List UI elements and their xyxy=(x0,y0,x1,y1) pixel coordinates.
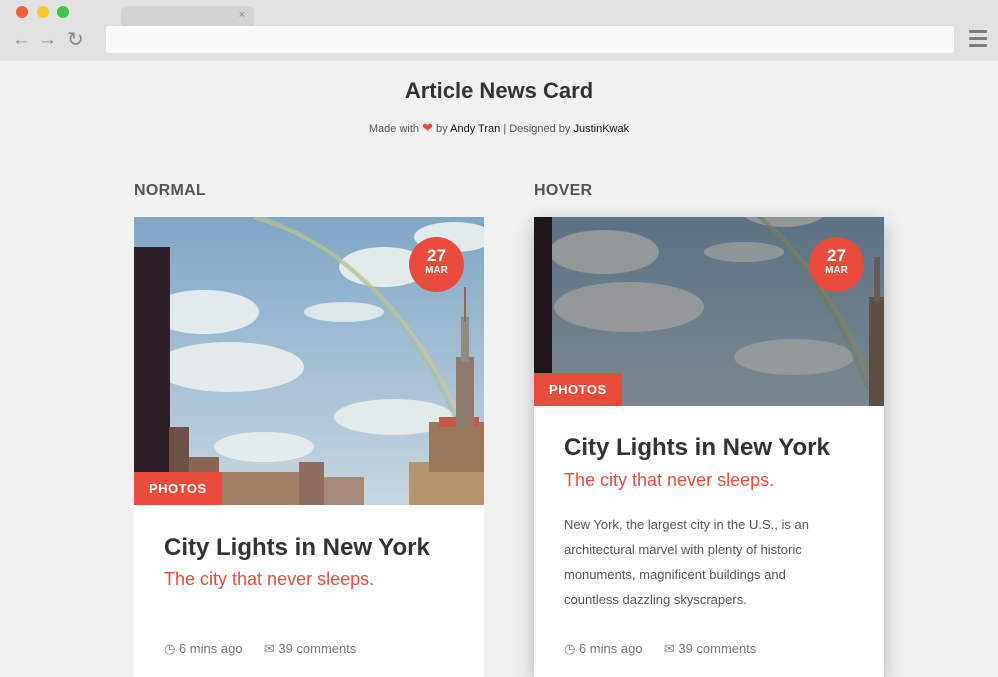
hover-column-label: HOVER xyxy=(534,182,593,199)
credits-by: by xyxy=(436,123,448,135)
comments-icon[interactable]: ✉ xyxy=(664,641,675,656)
card-meta: ◷ 6 mins ago ✉ 39 comments xyxy=(564,641,756,657)
browser-tab[interactable]: × xyxy=(121,6,254,26)
news-card-hover[interactable]: 27 MAR PHOTOS City Lights in New York Th… xyxy=(534,217,884,677)
time-ago: 6 mins ago xyxy=(578,641,643,656)
address-bar[interactable] xyxy=(106,26,954,53)
news-card-normal[interactable]: 27 MAR PHOTOS City Lights in New York Th… xyxy=(134,217,484,677)
card-title[interactable]: City Lights in New York xyxy=(164,534,430,562)
minimize-window-button[interactable] xyxy=(37,6,49,18)
time-ago: 6 mins ago xyxy=(178,641,243,656)
reload-icon[interactable]: ↻ xyxy=(67,30,84,50)
date-badge: 27 MAR xyxy=(809,237,864,292)
date-day: 27 xyxy=(827,246,846,265)
card-subtitle: The city that never sleeps. xyxy=(164,569,375,589)
clock-icon: ◷ xyxy=(564,641,576,656)
date-month: MAR xyxy=(425,265,448,276)
forward-arrow-icon[interactable]: → xyxy=(38,30,57,50)
card-subtitle: The city that never sleeps. xyxy=(564,470,775,490)
close-window-button[interactable] xyxy=(16,6,28,18)
card-meta: ◷ 6 mins ago ✉ 39 comments xyxy=(164,641,356,657)
comments-icon[interactable]: ✉ xyxy=(264,641,275,656)
credits-separator: | Designed by xyxy=(503,123,571,135)
back-arrow-icon[interactable]: ← xyxy=(12,30,31,50)
card-title[interactable]: City Lights in New York xyxy=(564,434,830,462)
category-tag[interactable]: PHOTOS xyxy=(134,472,222,505)
browser-menu-icon[interactable] xyxy=(969,30,987,48)
comments-count[interactable]: 39 comments xyxy=(278,641,356,656)
designer-link[interactable]: JustinKwak xyxy=(573,123,629,135)
heart-icon: ❤ xyxy=(422,120,433,135)
maximize-window-button[interactable] xyxy=(57,6,69,18)
clock-icon: ◷ xyxy=(164,641,176,656)
normal-column-label: NORMAL xyxy=(134,182,207,199)
author-link[interactable]: Andy Tran xyxy=(450,123,500,135)
credits-prefix: Made with xyxy=(368,123,420,135)
date-badge: 27 MAR xyxy=(409,237,464,292)
category-tag[interactable]: PHOTOS xyxy=(534,373,622,406)
credits-line: Made with ❤ by Andy Tran | Designed by J… xyxy=(0,120,998,136)
date-day: 27 xyxy=(427,246,446,265)
date-month: MAR xyxy=(825,265,848,276)
browser-chrome: × ← → ↻ xyxy=(0,0,998,61)
comments-count[interactable]: 39 comments xyxy=(678,641,756,656)
page-title: Article News Card xyxy=(404,78,594,103)
card-description: New York, the largest city in the U.S., … xyxy=(564,517,809,607)
tab-close-icon[interactable]: × xyxy=(239,7,245,23)
